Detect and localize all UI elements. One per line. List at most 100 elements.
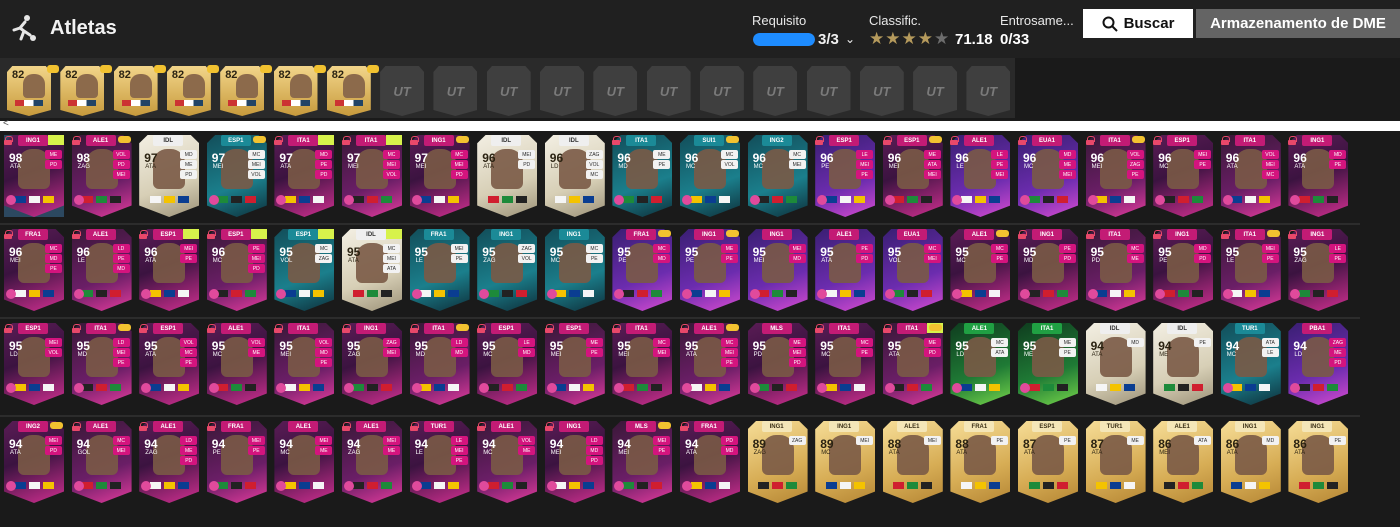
- player-card[interactable]: ING2 96 MC MC MEI: [747, 135, 808, 217]
- player-card[interactable]: ING1 86 ATA MD: [1220, 421, 1281, 503]
- player-card[interactable]: ITA1 95 MEI MC MEI: [612, 323, 673, 405]
- player-card[interactable]: FRA1 95 PE MC MD: [612, 229, 673, 311]
- player-card[interactable]: ING1 95 ZAG LE PE: [1288, 229, 1349, 311]
- player-card[interactable]: ITA1 95 MEI VOL MD PE: [274, 323, 335, 405]
- squad-slot-filled[interactable]: 82: [220, 66, 265, 116]
- player-card[interactable]: ITA1 95 ATA ME PD: [882, 323, 943, 405]
- squad-slot-empty[interactable]: UT: [486, 66, 531, 116]
- squad-slot-empty[interactable]: UT: [913, 66, 958, 116]
- player-card[interactable]: ESP1 95 MEI ME PE: [544, 323, 605, 405]
- player-card[interactable]: IDL 95 ATA MC MEI ATA: [342, 229, 402, 311]
- squad-slot-filled[interactable]: 82: [273, 66, 318, 116]
- scroll-left-icon[interactable]: <: [3, 118, 9, 129]
- player-card[interactable]: TUR1 94 MC ATA LE: [1220, 323, 1281, 405]
- squad-slot-filled[interactable]: 82: [326, 66, 371, 116]
- player-card[interactable]: ITA1 97 ATA MD PE PD: [274, 135, 335, 217]
- player-card[interactable]: IDL 94 ATA MD: [1085, 323, 1146, 405]
- player-card[interactable]: ESP1 96 MC MEI PE: [1153, 135, 1214, 217]
- player-card[interactable]: ESP1 95 ATA VOL MC PE: [139, 323, 200, 405]
- player-card[interactable]: IDL 97 ATA MD ME PD: [139, 135, 200, 217]
- player-card[interactable]: ALE1 98 ZAG VOL PD MEI: [71, 135, 132, 217]
- player-card[interactable]: TUR1 94 LE LE MEI PE: [409, 421, 470, 503]
- player-card[interactable]: ING1 89 ZAG ZAG: [747, 421, 808, 503]
- player-card[interactable]: ALE1 95 LD MC ATA: [950, 323, 1011, 405]
- player-card[interactable]: ALE1 86 MEI ATA: [1153, 421, 1214, 503]
- player-card[interactable]: EUA1 96 MC MD ME MEI: [1018, 135, 1078, 217]
- player-card[interactable]: ING2 94 ATA MEI PD: [4, 421, 64, 503]
- player-card[interactable]: FRA1 95 LE MEI PE: [409, 229, 470, 311]
- player-card[interactable]: ESP1 96 ATA MEI PE: [139, 229, 200, 311]
- squad-slot-empty[interactable]: UT: [646, 66, 691, 116]
- player-card[interactable]: FRA1 94 PE MEI PE: [206, 421, 267, 503]
- player-card[interactable]: ING1 86 ATA PE: [1288, 421, 1349, 503]
- squad-slot-empty[interactable]: UT: [540, 66, 584, 116]
- player-card[interactable]: MLS 95 PD ME MEI PD: [747, 323, 808, 405]
- player-card[interactable]: ITA1 95 ME ME PE: [1018, 323, 1078, 405]
- squad-slot-filled[interactable]: 82: [166, 66, 211, 116]
- player-card[interactable]: ALE1 94 MC MEI ME: [274, 421, 335, 503]
- scrollbar-track[interactable]: [0, 121, 1400, 131]
- player-card[interactable]: ESP1 97 MEI MC MEI VOL: [206, 135, 267, 217]
- player-card[interactable]: ESP1 96 MEI ME ATA MEI: [882, 135, 943, 217]
- player-card[interactable]: ALE1 96 LE LD PE MD: [71, 229, 132, 311]
- player-card[interactable]: ALE1 94 ZAG LD ME PD: [139, 421, 200, 503]
- player-card[interactable]: ING1 95 MEI MEI MD: [747, 229, 808, 311]
- player-card[interactable]: FRA1 88 ATA PE: [950, 421, 1011, 503]
- player-card[interactable]: ING1 95 ZAG ZAG MEI: [342, 323, 402, 405]
- squad-slot-filled[interactable]: 82: [60, 66, 105, 116]
- player-card[interactable]: ITA1 97 MEI MC MEI VOL: [342, 135, 402, 217]
- player-card[interactable]: ITA1 95 MC MC PE: [815, 323, 876, 405]
- player-card[interactable]: ITA1 95 PD MC ME: [1085, 229, 1146, 311]
- squad-slot-empty[interactable]: UT: [859, 66, 904, 116]
- squad-slot-empty[interactable]: UT: [966, 66, 1011, 116]
- player-card[interactable]: ING1 94 MEI LD MD PD: [544, 421, 605, 503]
- player-card[interactable]: ALE1 88 ATA MEI: [882, 421, 943, 503]
- requirement-count[interactable]: 3/3: [818, 31, 839, 48]
- player-card[interactable]: ALE1 96 LE LE PE MEI: [950, 135, 1011, 217]
- player-card[interactable]: ESP1 95 LD MEI VOL: [4, 323, 64, 405]
- player-card[interactable]: FRA1 96 MEI MC MD PE: [4, 229, 64, 311]
- chevron-down-icon[interactable]: ⌄: [845, 32, 855, 46]
- player-card[interactable]: ESP1 96 MC PE MEI PD: [206, 229, 267, 311]
- player-card[interactable]: ING1 97 MEI MC MEI PD: [409, 135, 470, 217]
- player-card[interactable]: ALE1 94 GOL MC MEI: [71, 421, 132, 503]
- player-card[interactable]: ITA1 95 MD LD MD: [409, 323, 470, 405]
- player-card[interactable]: MLS 94 MEI MEI PE: [612, 421, 673, 503]
- player-card[interactable]: ITA1 96 MD ME PE: [612, 135, 673, 217]
- player-card[interactable]: FRA1 94 ATA PD MD: [680, 421, 740, 503]
- player-card[interactable]: TUR1 87 ATA ME: [1085, 421, 1146, 503]
- squad-slot-empty[interactable]: UT: [380, 66, 425, 116]
- player-card[interactable]: ALE1 95 MC MC PE: [950, 229, 1011, 311]
- player-card[interactable]: PBA1 94 LD ZAG ME PD: [1288, 323, 1349, 405]
- player-card[interactable]: ITA1 96 MEI VOL ZAG PE: [1085, 135, 1146, 217]
- player-card[interactable]: IDL 96 LD ZAG VOL MC: [544, 135, 605, 217]
- player-card[interactable]: ALE1 95 ATA MC MEI PE: [680, 323, 740, 405]
- player-card[interactable]: ING1 95 MC MC PE: [544, 229, 605, 311]
- player-card[interactable]: ING1 95 PE ME PE: [680, 229, 740, 311]
- squad-slot-filled[interactable]: 82: [7, 66, 51, 116]
- squad-slot-filled[interactable]: 82: [113, 66, 158, 116]
- player-card[interactable]: IDL 94 ME PE: [1153, 323, 1214, 405]
- player-card[interactable]: ALE1 94 MC VOL ME: [477, 421, 538, 503]
- player-card[interactable]: ITA1 96 ATA VOL MEI MC: [1220, 135, 1281, 217]
- player-card[interactable]: ALE1 95 MC VOL ME: [206, 323, 267, 405]
- squad-slot-empty[interactable]: UT: [806, 66, 851, 116]
- storage-button[interactable]: Armazenamento de DME: [1196, 9, 1400, 38]
- player-card[interactable]: ESP1 95 VOL MC ZAG: [274, 229, 335, 311]
- player-card[interactable]: ING1 98 ATA ME PD: [4, 135, 64, 217]
- squad-slot-empty[interactable]: UT: [593, 66, 638, 116]
- player-card[interactable]: ESP1 95 MC LE MD: [477, 323, 538, 405]
- player-card[interactable]: ESP1 87 ATA PE: [1018, 421, 1078, 503]
- player-card[interactable]: ING1 95 ZAG ZAG VOL: [477, 229, 538, 311]
- player-card[interactable]: ING1 95 MD PE PD: [1018, 229, 1078, 311]
- squad-slot-empty[interactable]: UT: [699, 66, 744, 116]
- search-button[interactable]: Buscar: [1083, 9, 1193, 38]
- player-card[interactable]: ESP1 96 PE LE MEI PE: [815, 135, 876, 217]
- squad-slot-empty[interactable]: UT: [433, 66, 478, 116]
- player-card[interactable]: EUA1 95 VOL MC MEI: [882, 229, 943, 311]
- player-card[interactable]: ING1 96 ATA MD PE: [1288, 135, 1349, 217]
- player-card[interactable]: ING1 95 PE MD PD: [1153, 229, 1214, 311]
- player-card[interactable]: ING1 89 MC MEI: [815, 421, 876, 503]
- player-card[interactable]: ITA1 95 LE MEI PE: [1220, 229, 1281, 311]
- player-card[interactable]: ALE1 95 ATA PE PD: [815, 229, 876, 311]
